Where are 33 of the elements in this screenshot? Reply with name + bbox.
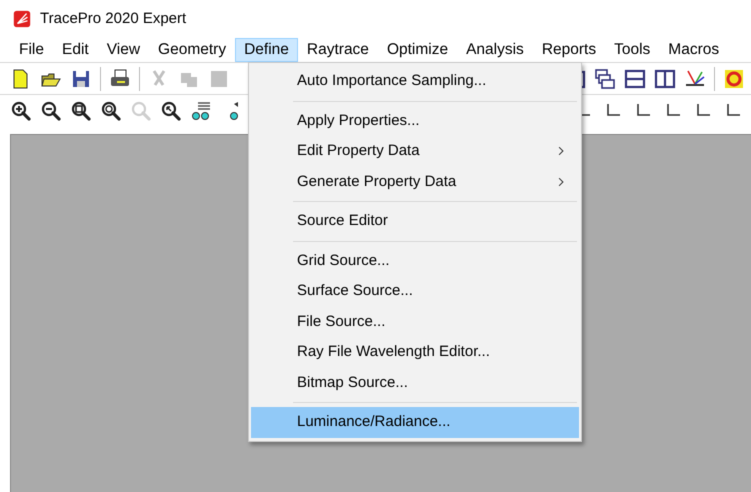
menu-entry[interactable]: Surface Source... bbox=[251, 276, 579, 306]
menu-item[interactable]: Macros bbox=[659, 38, 728, 62]
menu-item[interactable]: Optimize bbox=[378, 38, 458, 62]
menu-entry[interactable]: Ray File Wavelength Editor... bbox=[251, 337, 579, 368]
menu-item[interactable]: File bbox=[10, 38, 53, 62]
menu-entry[interactable]: Edit Property Data bbox=[251, 136, 579, 166]
color-ring-icon[interactable] bbox=[723, 68, 745, 90]
zoom-pointer-icon[interactable] bbox=[160, 100, 182, 122]
menu-item[interactable]: Reports bbox=[532, 38, 606, 62]
menu-entry[interactable]: Apply Properties... bbox=[251, 106, 579, 136]
menu-item[interactable]: Raytrace bbox=[298, 38, 378, 62]
menu-entry[interactable]: File Source... bbox=[251, 306, 579, 337]
menu-item[interactable]: Analysis bbox=[457, 38, 533, 62]
zoom-in-icon[interactable] bbox=[10, 100, 32, 122]
tile-vertical-icon[interactable] bbox=[654, 68, 676, 90]
menu-entry[interactable]: Source Editor bbox=[251, 206, 579, 236]
cascade-windows-icon[interactable] bbox=[594, 68, 616, 90]
menu-entry[interactable]: Grid Source... bbox=[251, 246, 579, 276]
menu-item[interactable]: Tools bbox=[605, 38, 660, 62]
zoom-all-icon[interactable] bbox=[100, 100, 122, 122]
menu-entry[interactable]: Generate Property Data bbox=[251, 166, 579, 197]
menu-item[interactable]: Define bbox=[235, 38, 298, 62]
tile-horizontal-icon[interactable] bbox=[624, 68, 646, 90]
menu-entry[interactable]: Luminance/Radiance... bbox=[251, 407, 579, 438]
zoom-box-icon[interactable] bbox=[70, 100, 92, 122]
zoom-out-icon[interactable] bbox=[40, 100, 62, 122]
app-logo-icon bbox=[12, 9, 32, 29]
menu-entry[interactable]: Bitmap Source... bbox=[251, 368, 579, 398]
menu-item[interactable]: Edit bbox=[52, 38, 98, 62]
menu-entry[interactable]: Auto Importance Sampling... bbox=[251, 66, 579, 96]
menu-item[interactable]: View bbox=[98, 38, 150, 62]
menu-item[interactable]: Geometry bbox=[149, 38, 236, 62]
window-title: TracePro 2020 Expert bbox=[40, 8, 186, 29]
